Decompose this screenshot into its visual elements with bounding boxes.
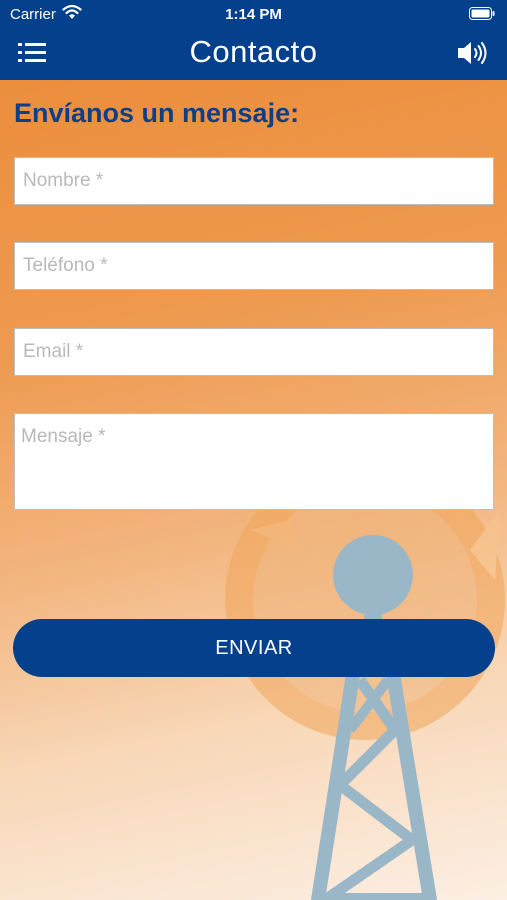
status-bar: Carrier 1:14 PM <box>0 0 507 28</box>
status-time: 1:14 PM <box>225 6 282 23</box>
form-heading: Envíanos un mensaje: <box>14 98 300 128</box>
battery-icon <box>469 7 495 24</box>
page-title: Contacto <box>189 34 318 69</box>
sound-button[interactable] <box>457 40 489 66</box>
mensaje-textarea[interactable] <box>14 413 494 510</box>
speaker-icon <box>458 42 487 64</box>
nombre-input[interactable] <box>14 157 494 205</box>
app-header: Carrier 1:14 PM Contacto <box>0 0 507 80</box>
email-input[interactable] <box>14 328 494 376</box>
contact-content: Envíanos un mensaje: ENVIAR <box>0 80 507 900</box>
nav-bar: Contacto <box>0 30 507 76</box>
send-button[interactable]: ENVIAR <box>13 619 495 677</box>
telefono-input[interactable] <box>14 242 494 290</box>
